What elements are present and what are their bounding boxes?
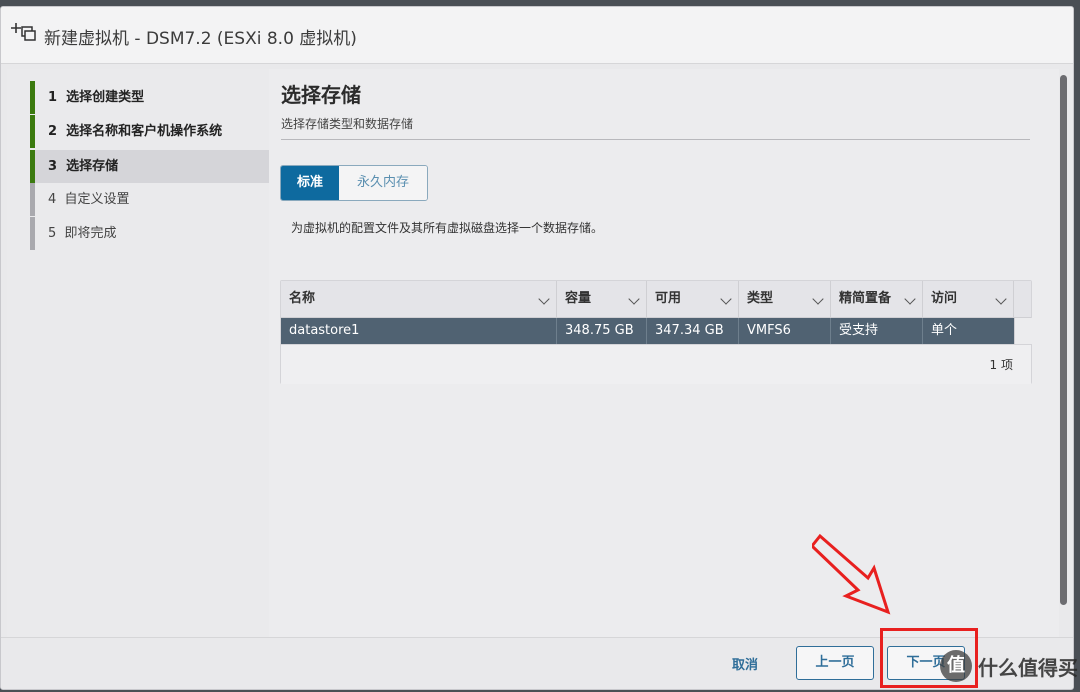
new-vm-dialog: 新建虚拟机 - DSM7.2 (ESXi 8.0 虚拟机) 1 选择创建类型 2…: [0, 6, 1074, 690]
table-row[interactable]: datastore1 348.75 GB 347.34 GB VMFS6 受支持…: [281, 318, 1014, 344]
wizard-steps: 1 选择创建类型 2 选择名称和客户机操作系统 3 选择存储 4 自定义设置 5…: [7, 69, 269, 637]
step-select-storage[interactable]: 3 选择存储: [30, 150, 269, 183]
chevron-down-icon[interactable]: [720, 293, 732, 305]
main-content: 选择存储 选择存储类型和数据存储 标准 永久内存 为虚拟机的配置文件及其所有虚拟…: [269, 69, 1059, 637]
step-select-creation-type[interactable]: 1 选择创建类型: [30, 81, 269, 114]
step-label: 选择名称和客户机操作系统: [66, 124, 223, 139]
content-scrollbar[interactable]: [1058, 69, 1070, 637]
step-select-name-os[interactable]: 2 选择名称和客户机操作系统: [30, 115, 269, 148]
cell-free: 347.34 GB: [647, 318, 739, 344]
cell-thin-provisioning: 受支持: [831, 318, 923, 344]
table-footer: 1 项: [281, 344, 1031, 384]
step-label: 自定义设置: [64, 192, 130, 207]
scrollbar-thumb[interactable]: [1060, 75, 1067, 605]
step-customize-settings[interactable]: 4 自定义设置: [30, 183, 269, 216]
storage-description: 为虚拟机的配置文件及其所有虚拟磁盘选择一个数据存储。: [291, 221, 604, 235]
cell-access: 单个: [931, 323, 958, 338]
new-vm-icon: [11, 23, 36, 41]
item-count: 1 项: [989, 358, 1013, 372]
step-label: 选择存储: [66, 159, 119, 174]
chevron-down-icon[interactable]: [538, 293, 550, 305]
tab-persistent-memory[interactable]: 永久内存: [339, 166, 427, 200]
column-header-thin-provisioning[interactable]: 精简置备: [831, 281, 923, 317]
watermark: 值 什么值得买: [940, 646, 1078, 686]
table-scrollbar[interactable]: [1014, 318, 1032, 344]
back-button[interactable]: 上一页: [796, 646, 874, 680]
column-header-access[interactable]: 访问: [923, 281, 1014, 317]
chevron-down-icon[interactable]: [995, 293, 1007, 305]
table-header: 名称 容量 可用 类型 精简置备 访问: [281, 281, 1031, 318]
cell-type: VMFS6: [739, 318, 831, 344]
divider: [281, 139, 1030, 140]
step-ready-to-complete[interactable]: 5 即将完成: [30, 217, 269, 250]
chevron-down-icon[interactable]: [812, 293, 824, 305]
datastore-table: 名称 容量 可用 类型 精简置备 访问 datastore1 348.75 GB…: [280, 280, 1032, 384]
column-header-free[interactable]: 可用: [647, 281, 739, 317]
page-subtitle: 选择存储类型和数据存储: [281, 117, 414, 131]
step-label: 选择创建类型: [66, 90, 145, 105]
tab-standard[interactable]: 标准: [281, 166, 339, 200]
page-title: 选择存储: [281, 83, 361, 107]
cell-name: datastore1: [281, 318, 557, 344]
column-header-capacity[interactable]: 容量: [557, 281, 647, 317]
cell-capacity: 348.75 GB: [557, 318, 647, 344]
cancel-button[interactable]: 取消: [709, 654, 781, 673]
chevron-down-icon[interactable]: [904, 293, 916, 305]
chevron-down-icon[interactable]: [628, 293, 640, 305]
column-header-name[interactable]: 名称: [281, 281, 557, 317]
watermark-logo: 值: [940, 650, 972, 682]
column-header-type[interactable]: 类型: [739, 281, 831, 317]
annotation-arrow-icon: [812, 533, 891, 615]
title-bar: 新建虚拟机 - DSM7.2 (ESXi 8.0 虚拟机): [1, 7, 1073, 64]
dialog-title: 新建虚拟机 - DSM7.2 (ESXi 8.0 虚拟机): [44, 29, 357, 49]
storage-type-toggle: 标准 永久内存: [280, 165, 428, 201]
watermark-text: 什么值得买: [978, 655, 1078, 680]
step-label: 即将完成: [64, 226, 117, 241]
